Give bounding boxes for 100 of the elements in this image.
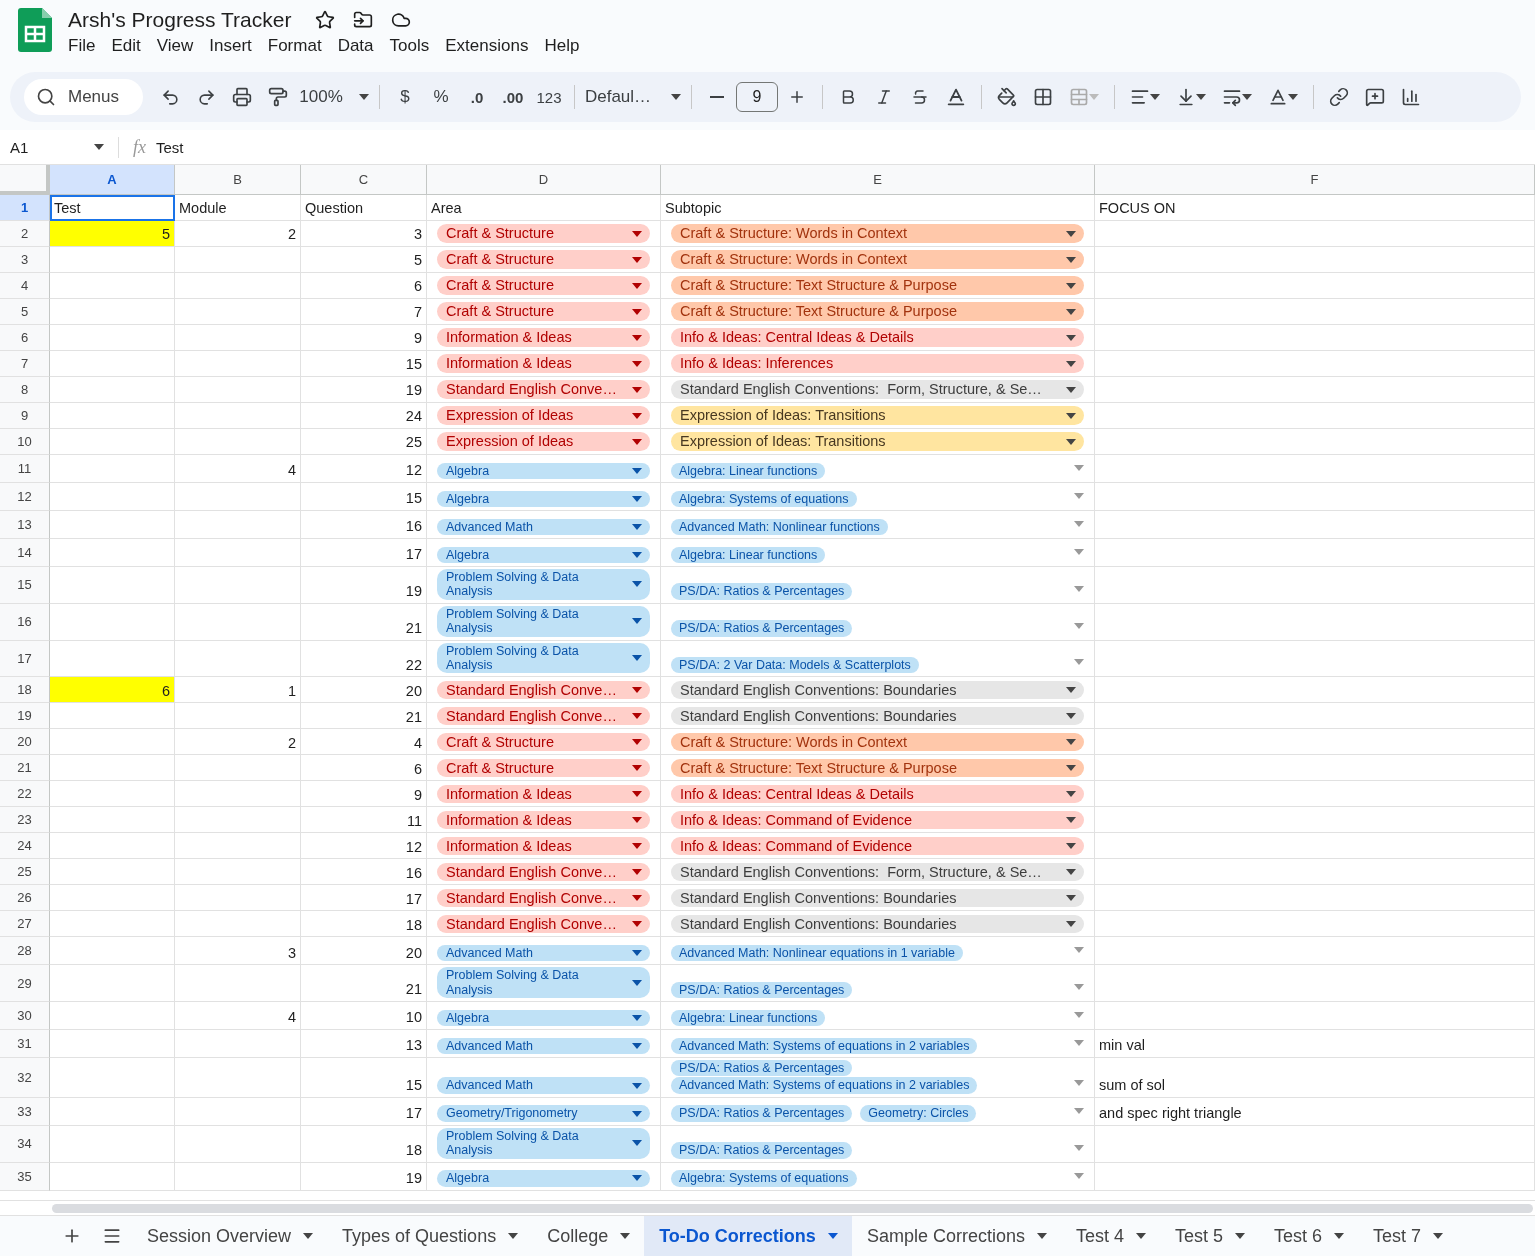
- caret-icon[interactable]: [1066, 360, 1076, 367]
- area-chip[interactable]: Expression of Ideas: [437, 432, 650, 451]
- row-header[interactable]: 8: [0, 377, 50, 403]
- subtopic-chip[interactable]: Craft & Structure: Words in Context: [671, 732, 1084, 752]
- area-chip[interactable]: Information & Ideas: [437, 354, 650, 373]
- formula-field[interactable]: Test: [156, 138, 184, 156]
- caret-icon[interactable]: [632, 256, 642, 263]
- column-header[interactable]: B: [175, 165, 301, 195]
- row-header[interactable]: 1: [0, 195, 50, 221]
- menu-item[interactable]: Format: [259, 34, 330, 58]
- caret-icon[interactable]: [632, 686, 642, 693]
- menu-search-field[interactable]: Menus: [24, 79, 144, 115]
- percent-button[interactable]: %: [424, 81, 459, 113]
- sheet-tab[interactable]: Session Overview: [132, 1216, 328, 1256]
- caret-icon[interactable]: [620, 1233, 631, 1239]
- row-header[interactable]: 23: [0, 807, 50, 834]
- caret-icon[interactable]: [358, 94, 369, 100]
- subtopic-chip[interactable]: Craft & Structure: Text Structure & Purpose: [671, 276, 1084, 295]
- subtopic-chip[interactable]: Advanced Math: Systems of equations in 2 variables: [671, 1037, 978, 1054]
- caret-icon[interactable]: [1066, 790, 1076, 797]
- caret-icon[interactable]: [1066, 738, 1076, 745]
- subtopic-chip[interactable]: Advanced Math: Systems of equations in 2 variables: [671, 1077, 978, 1094]
- sheet-tab[interactable]: Types of Questions: [327, 1216, 533, 1256]
- caret-icon[interactable]: [632, 1014, 642, 1021]
- caret-icon[interactable]: [632, 618, 642, 625]
- subtopic-chip[interactable]: Standard English Conventions: Boundaries: [671, 680, 1084, 700]
- caret-icon[interactable]: [1235, 1233, 1245, 1239]
- sheet-tab[interactable]: Sample Corrections: [851, 1216, 1061, 1256]
- row-header[interactable]: 34: [0, 1125, 50, 1163]
- row-header[interactable]: 12: [0, 483, 50, 511]
- caret-icon[interactable]: [632, 581, 642, 588]
- row-header[interactable]: 2: [0, 221, 50, 247]
- sheets-logo-icon[interactable]: [18, 8, 52, 52]
- caret-icon[interactable]: [632, 842, 642, 849]
- caret-icon[interactable]: [1066, 712, 1076, 719]
- area-chip[interactable]: Information & Ideas: [437, 328, 650, 347]
- caret-icon[interactable]: [1196, 94, 1207, 100]
- menu-item[interactable]: Data: [329, 34, 382, 58]
- area-chip[interactable]: Problem Solving & Data Analysis: [437, 967, 650, 998]
- area-chip[interactable]: Craft & Structure: [437, 302, 650, 321]
- area-chip[interactable]: Advanced Math: [437, 944, 650, 962]
- subtopic-chip[interactable]: Algebra: Systems of equations: [671, 1170, 857, 1187]
- row-header[interactable]: 24: [0, 833, 50, 860]
- subtopic-chip[interactable]: PS/DA: 2 Var Data: Models & Scatterplots: [671, 656, 919, 674]
- cloud-icon[interactable]: [391, 10, 412, 30]
- row-header[interactable]: 7: [0, 351, 50, 377]
- caret-icon[interactable]: [632, 920, 642, 927]
- caret-icon[interactable]: [1066, 764, 1076, 771]
- scrollbar[interactable]: [52, 1203, 1533, 1213]
- row-header[interactable]: 6: [0, 325, 50, 351]
- caret-icon[interactable]: [632, 764, 642, 771]
- caret-icon[interactable]: [632, 654, 642, 661]
- area-chip[interactable]: Algebra: [437, 1170, 650, 1187]
- row-header[interactable]: 30: [0, 1002, 50, 1030]
- area-chip[interactable]: Algebra: [437, 546, 650, 563]
- caret-icon[interactable]: [632, 308, 642, 315]
- menu-item[interactable]: Help: [536, 34, 588, 58]
- caret-icon[interactable]: [1066, 894, 1076, 901]
- area-chip[interactable]: Craft & Structure: [437, 732, 650, 752]
- row-header[interactable]: 25: [0, 859, 50, 886]
- row-header[interactable]: 29: [0, 965, 50, 1002]
- row-header[interactable]: 35: [0, 1162, 50, 1191]
- caret-icon[interactable]: [1066, 308, 1076, 315]
- row-header[interactable]: 15: [0, 567, 50, 604]
- subtopic-chip[interactable]: Info & Ideas: Central Ideas & Details: [671, 784, 1084, 804]
- subtopic-chip[interactable]: Craft & Structure: Words in Context: [671, 224, 1084, 243]
- row-header[interactable]: 9: [0, 403, 50, 429]
- row-header[interactable]: 31: [0, 1030, 50, 1058]
- area-chip[interactable]: Craft & Structure: [437, 224, 650, 243]
- subtopic-chip[interactable]: PS/DA: Ratios & Percentages: [671, 1060, 853, 1077]
- area-chip[interactable]: Problem Solving & Data Analysis: [437, 569, 650, 600]
- caret-icon[interactable]: [632, 790, 642, 797]
- caret-icon[interactable]: [1036, 1233, 1047, 1239]
- subtopic-chip[interactable]: PS/DA: Ratios & Percentages: [671, 620, 853, 637]
- subtopic-chip[interactable]: Info & Ideas: Inferences: [671, 354, 1084, 373]
- row-header[interactable]: 13: [0, 511, 50, 539]
- caret-icon[interactable]: [508, 1233, 519, 1239]
- area-chip[interactable]: Craft & Structure: [437, 250, 650, 269]
- caret-icon[interactable]: [632, 979, 642, 986]
- font-size-field[interactable]: 9: [736, 82, 779, 112]
- area-chip[interactable]: Craft & Structure: [437, 758, 650, 778]
- row-header[interactable]: 32: [0, 1058, 50, 1098]
- caret-icon[interactable]: [1242, 94, 1253, 100]
- area-chip[interactable]: Information & Ideas: [437, 810, 650, 830]
- subtopic-chip[interactable]: Standard English Conventions: Boundaries: [671, 706, 1084, 726]
- subtopic-chip[interactable]: Expression of Ideas: Transitions: [671, 406, 1084, 425]
- caret-icon[interactable]: [632, 467, 642, 474]
- caret-icon[interactable]: [632, 816, 642, 823]
- area-chip[interactable]: Advanced Math: [437, 518, 650, 535]
- subtopic-chip[interactable]: PS/DA: Ratios & Percentages: [671, 1142, 853, 1159]
- menu-item[interactable]: Edit: [103, 34, 149, 58]
- document-title[interactable]: Arsh's Progress Tracker: [68, 8, 292, 32]
- currency-button[interactable]: $: [388, 81, 423, 113]
- increase-decimals-button[interactable]: .00: [496, 81, 531, 113]
- area-chip[interactable]: Algebra: [437, 1009, 650, 1026]
- caret-icon[interactable]: [1066, 686, 1076, 693]
- font-dropdown[interactable]: Defaul…: [583, 81, 684, 113]
- subtopic-chip[interactable]: Algebra: Linear functions: [671, 546, 826, 563]
- column-header[interactable]: D: [427, 165, 661, 195]
- column-header[interactable]: E: [661, 165, 1095, 195]
